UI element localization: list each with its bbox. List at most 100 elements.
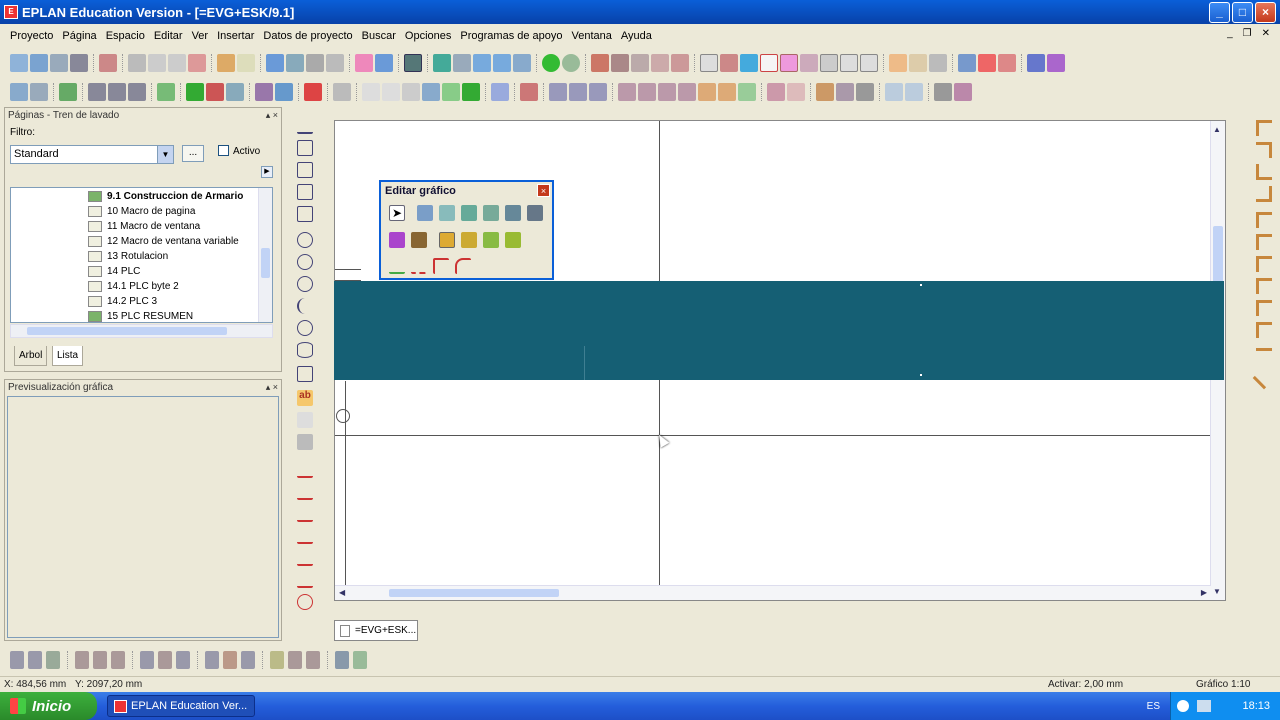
corner-left-icon[interactable]: [1256, 142, 1272, 158]
scroll-up-icon[interactable]: ▲: [1213, 125, 1221, 134]
eplan-app-icon[interactable]: E: [4, 5, 18, 19]
dimension-2-tool-icon[interactable]: [297, 484, 313, 500]
mdi-minimize-icon[interactable]: _: [1227, 28, 1233, 39]
circle-tool-icon[interactable]: [297, 232, 313, 248]
bus-15-icon[interactable]: [306, 651, 320, 669]
cable-icon[interactable]: [255, 83, 273, 101]
scroll-thumb[interactable]: [1213, 226, 1223, 286]
snap-point-icon[interactable]: [740, 54, 758, 72]
spline-tool-icon[interactable]: [297, 366, 313, 382]
component-icon[interactable]: [618, 83, 636, 101]
contact-2-icon[interactable]: [589, 83, 607, 101]
menu-ventana[interactable]: Ventana: [572, 30, 612, 42]
forward-icon[interactable]: [562, 54, 580, 72]
pointer-icon[interactable]: [1027, 54, 1045, 72]
scroll-thumb[interactable]: [389, 589, 559, 597]
mirror-icon[interactable]: [439, 205, 455, 221]
maximize-button[interactable]: □: [1232, 2, 1253, 23]
tree-item[interactable]: 9.1 Construccion de Armario: [88, 189, 243, 204]
menu-insertar[interactable]: Insertar: [217, 30, 254, 42]
print-icon[interactable]: [70, 54, 88, 72]
bus-3-icon[interactable]: [46, 651, 60, 669]
cart-icon[interactable]: [934, 83, 952, 101]
bus-8-icon[interactable]: [158, 651, 172, 669]
tree-item[interactable]: 12 Macro de ventana variable: [88, 234, 239, 249]
language-indicator[interactable]: ES: [1147, 692, 1170, 720]
tee-right-icon[interactable]: [1256, 234, 1272, 250]
page-nav-2-icon[interactable]: [30, 83, 48, 101]
puzzle-icon[interactable]: [59, 83, 77, 101]
corner-icon[interactable]: [433, 258, 449, 274]
join-icon[interactable]: [505, 232, 521, 248]
cable-2-icon[interactable]: [275, 83, 293, 101]
bus-6-icon[interactable]: [111, 651, 125, 669]
terminal-2-icon[interactable]: [108, 83, 126, 101]
grid-3-icon[interactable]: [631, 54, 649, 72]
filter-apply-icon[interactable]: ▶: [261, 166, 273, 178]
list-icon[interactable]: [491, 83, 509, 101]
frame-tool-3-icon[interactable]: [856, 83, 874, 101]
tree-item[interactable]: 10 Macro de pagina: [88, 204, 195, 219]
polygon-tool-icon[interactable]: [297, 162, 313, 178]
delete-icon[interactable]: [304, 83, 322, 101]
grid-icon[interactable]: [591, 54, 609, 72]
edit-icon[interactable]: [217, 54, 235, 72]
bus-12-icon[interactable]: [241, 651, 255, 669]
menu-ver[interactable]: Ver: [192, 30, 209, 42]
plc-3-icon[interactable]: [226, 83, 244, 101]
bus-7-icon[interactable]: [140, 651, 154, 669]
connection-icon[interactable]: [958, 54, 976, 72]
frame-2-icon[interactable]: [860, 54, 878, 72]
undo-icon[interactable]: [266, 54, 284, 72]
mdi-close-icon[interactable]: ✕: [1262, 28, 1270, 39]
snap-object-icon[interactable]: [720, 54, 738, 72]
tree-item[interactable]: 14.2 PLC 3: [88, 294, 157, 309]
cross-connection-icon[interactable]: [978, 54, 996, 72]
coil-icon[interactable]: [549, 83, 567, 101]
start-button[interactable]: Inicio: [0, 692, 97, 720]
move-icon[interactable]: [417, 205, 433, 221]
open-project-icon[interactable]: [30, 54, 48, 72]
terminal-3-icon[interactable]: [128, 83, 146, 101]
dimension-4-tool-icon[interactable]: [297, 528, 313, 544]
rectangle-tool-icon[interactable]: [297, 184, 313, 200]
copy-icon[interactable]: [148, 54, 166, 72]
grid-5-icon[interactable]: [671, 54, 689, 72]
scroll-down-icon[interactable]: ▼: [1213, 587, 1221, 596]
component-5-icon[interactable]: [698, 83, 716, 101]
layer-3-icon[interactable]: [929, 54, 947, 72]
dimension-tool-icon[interactable]: [297, 462, 313, 478]
redo-icon[interactable]: [306, 54, 324, 72]
image-tool-icon[interactable]: [297, 412, 313, 428]
forward-arrow-icon[interactable]: [462, 83, 480, 101]
frame-tool-icon[interactable]: [816, 83, 834, 101]
active-checkbox[interactable]: [218, 145, 229, 156]
scroll-thumb[interactable]: [261, 248, 270, 278]
mdi-restore-icon[interactable]: ❐: [1243, 28, 1252, 39]
terminal-icon[interactable]: [88, 83, 106, 101]
bus-16-icon[interactable]: [335, 651, 349, 669]
eraser-icon[interactable]: [237, 54, 255, 72]
contact-icon[interactable]: [569, 83, 587, 101]
scissors-icon[interactable]: [128, 54, 146, 72]
redo-list-icon[interactable]: [326, 54, 344, 72]
scale-icon[interactable]: [483, 205, 499, 221]
tee-up-icon[interactable]: [1256, 278, 1272, 294]
snap-box-icon[interactable]: [820, 54, 838, 72]
tree-item[interactable]: 15 PLC RESUMEN: [88, 309, 193, 322]
panel-pin-icon[interactable]: ▴ ×: [266, 110, 281, 121]
bus-2-icon[interactable]: [28, 651, 42, 669]
dimension-3-tool-icon[interactable]: [297, 506, 313, 522]
interrupt-icon[interactable]: [885, 83, 903, 101]
menu-datos-proyecto[interactable]: Datos de proyecto: [263, 30, 352, 42]
magnet-2-icon[interactable]: [780, 54, 798, 72]
arc-2-tool-icon[interactable]: [297, 320, 313, 336]
filter-browse-button[interactable]: ...: [182, 145, 204, 162]
cut-line-icon[interactable]: [389, 258, 405, 274]
line-tool-icon[interactable]: [297, 118, 313, 134]
check-icon[interactable]: [355, 54, 373, 72]
group-icon[interactable]: [389, 232, 405, 248]
disabled-tool-icon[interactable]: [333, 83, 351, 101]
symbol-icon[interactable]: [1047, 54, 1065, 72]
zoom-window-icon[interactable]: [453, 54, 471, 72]
